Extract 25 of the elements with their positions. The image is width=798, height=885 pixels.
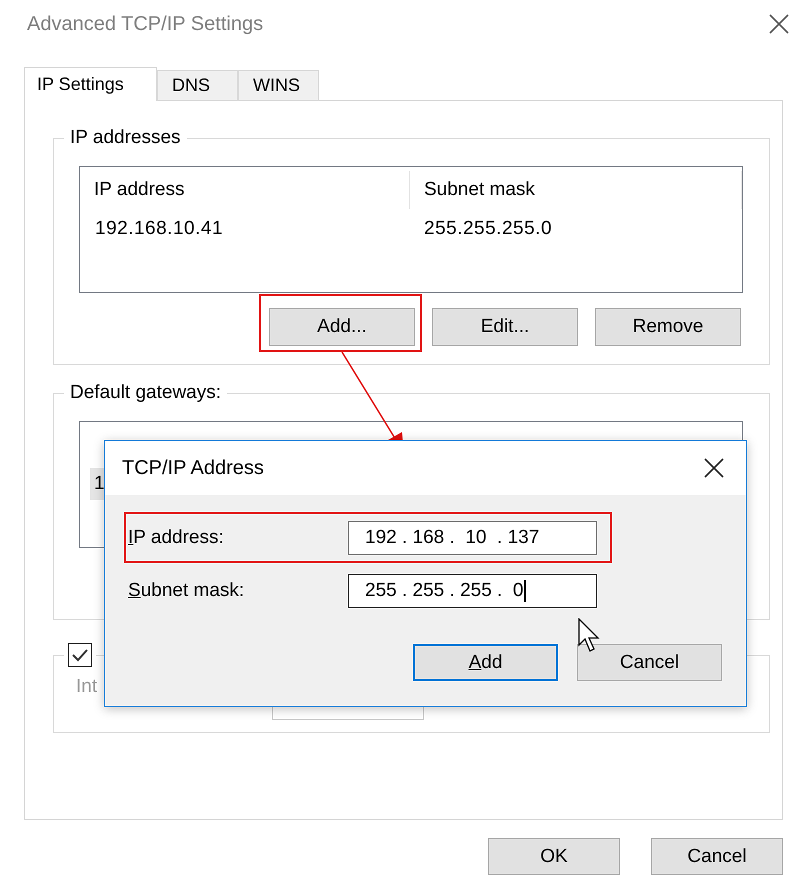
group-title: Default gateways: bbox=[69, 382, 222, 404]
tab[interactable]: WINS bbox=[238, 70, 319, 100]
dialog-button[interactable]: OK bbox=[488, 838, 620, 875]
action-button[interactable]: Edit... bbox=[432, 308, 578, 346]
dialog-button[interactable]: Cancel bbox=[651, 838, 783, 875]
tab[interactable]: IP Settings bbox=[24, 67, 157, 101]
group-title: IP addresses bbox=[69, 127, 182, 149]
field-label: IP address: bbox=[127, 526, 225, 548]
column-header[interactable]: IP address bbox=[80, 171, 410, 209]
action-button[interactable]: Remove bbox=[595, 308, 741, 346]
field-label: Subnet mask: bbox=[127, 580, 246, 602]
dialog-title: TCP/IP Address bbox=[122, 456, 264, 480]
tab[interactable]: DNS bbox=[157, 70, 238, 100]
column-header[interactable]: Subnet mask bbox=[410, 171, 742, 209]
address-list[interactable]: IP address Subnet mask 192.168.10.41 255.255.255.0 bbox=[79, 166, 743, 293]
input-field[interactable]: 192 . 168 . 10 . 137 bbox=[348, 520, 597, 554]
metric-label: Int bbox=[76, 676, 98, 698]
dialog-button[interactable]: Add bbox=[413, 644, 558, 681]
window-title: Advanced TCP/IP Settings bbox=[27, 12, 264, 36]
table-cell-text: 192.168.10.41 bbox=[94, 218, 224, 240]
table-cell-text: 255.255.255.0 bbox=[423, 218, 552, 240]
action-button[interactable]: Add... bbox=[269, 308, 415, 346]
table-cell-text: 1 bbox=[93, 473, 106, 495]
dialog-button[interactable]: Cancel bbox=[577, 644, 722, 681]
input-field[interactable]: 255 . 255 . 255 . 0 bbox=[348, 574, 597, 608]
